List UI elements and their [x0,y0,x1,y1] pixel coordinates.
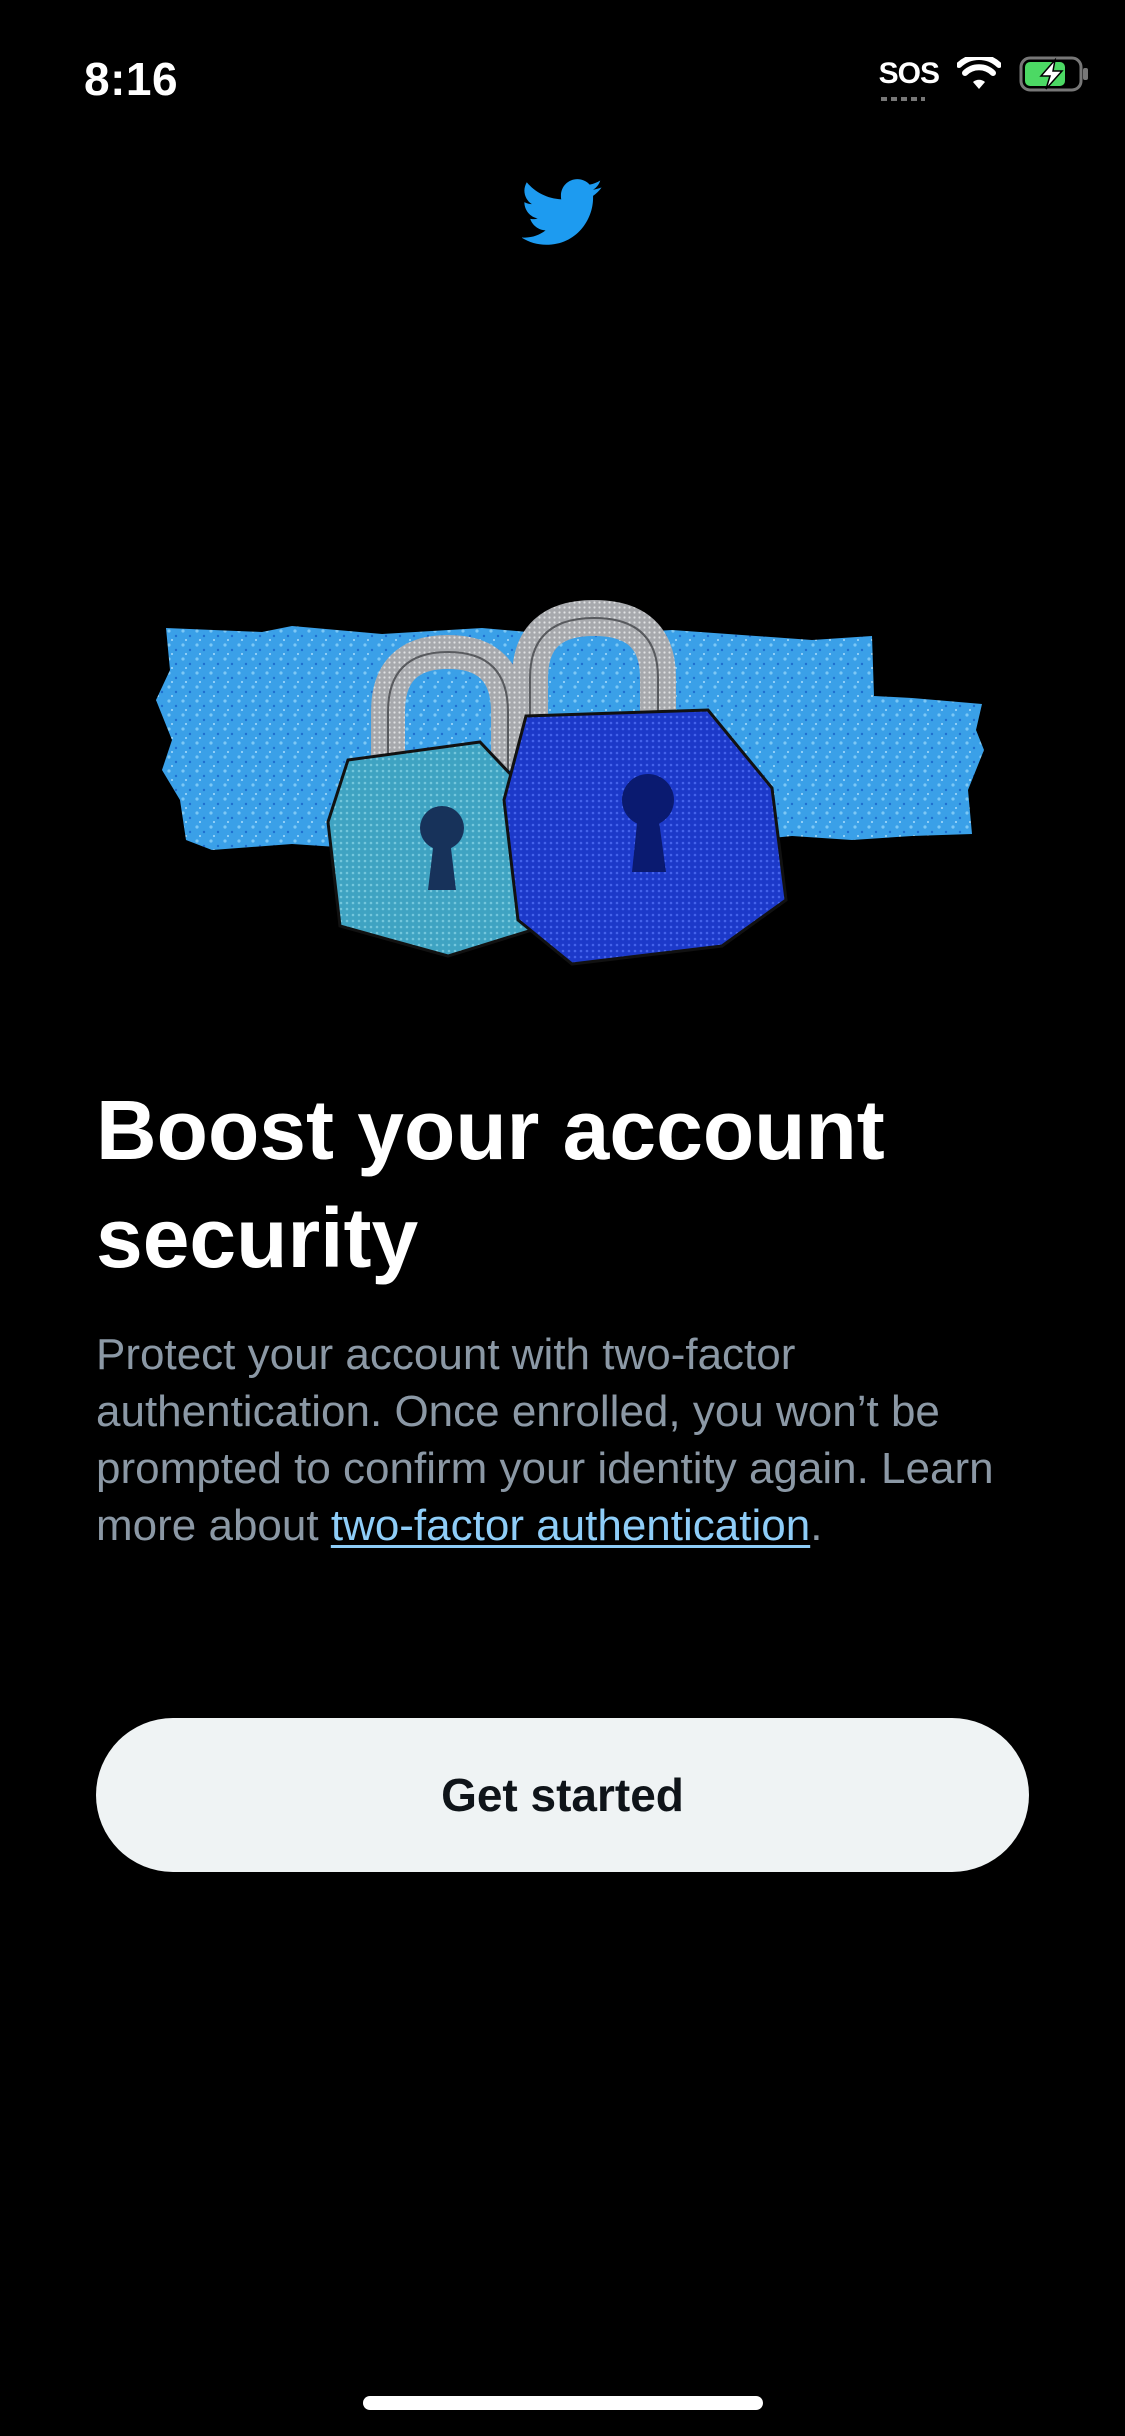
sos-label: SOS [878,57,940,90]
battery-charging-icon [1019,56,1088,92]
page-title: Boost your account security [96,1083,885,1285]
padlocks-illustration [156,600,984,966]
status-bar: 8:16 SOS [0,0,1125,150]
status-time: 8:16 [84,53,179,105]
description-text: Protect your account with two-factor aut… [96,1326,1036,1554]
two-factor-authentication-link[interactable]: two-factor authentication [331,1501,810,1550]
description-suffix: . [810,1501,823,1550]
home-indicator[interactable] [363,2396,763,2410]
wifi-icon [957,57,1001,89]
get-started-button[interactable]: Get started [96,1718,1029,1872]
twitter-bird-icon [522,179,603,245]
sos-indicator: SOS [878,57,940,101]
status-icons: SOS [878,56,1091,101]
signal-dots [880,97,925,101]
